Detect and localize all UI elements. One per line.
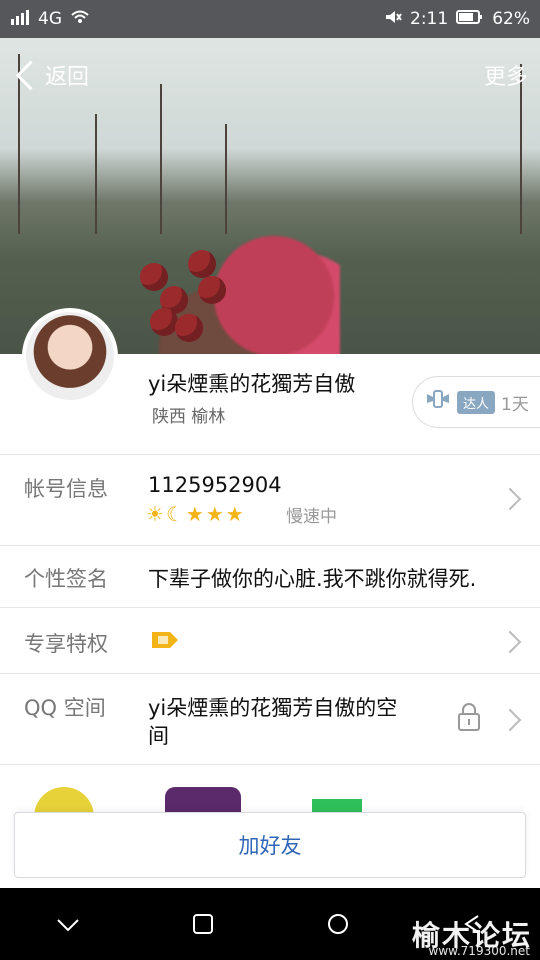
qzone-label: QQ 空间	[24, 696, 106, 720]
mute-icon	[384, 9, 402, 30]
account-info-label: 帐号信息	[24, 477, 108, 501]
status-bar: 4G 2:11 62%	[0, 0, 540, 38]
battery-percent: 62%	[492, 9, 530, 29]
chevron-right-icon	[498, 708, 522, 732]
signature-value: 下辈子做你的心脏.我不跳你就得死.	[148, 567, 477, 591]
battery-icon	[456, 9, 484, 30]
back-button[interactable]: 返回	[12, 59, 89, 91]
daren-tag: 达人	[457, 390, 496, 414]
home-square-icon[interactable]	[189, 910, 217, 938]
speed-status: 慢速中	[286, 507, 337, 527]
avatar[interactable]	[22, 308, 118, 404]
watermark-url: www.719300.net	[428, 944, 530, 958]
sun-icon: ☀	[146, 502, 164, 526]
star-icon: ★	[205, 502, 224, 526]
lock-icon	[456, 702, 482, 736]
wifi-icon	[70, 9, 90, 30]
account-info-row[interactable]: 帐号信息 1125952904	[0, 455, 540, 546]
signature-label: 个性签名	[24, 567, 108, 591]
privilege-label: 专享特权	[24, 632, 108, 656]
top-navigation: 返回 更多	[0, 38, 540, 112]
chevron-down-icon[interactable]	[54, 910, 82, 938]
location: 陕西 榆林	[152, 407, 226, 427]
circle-icon[interactable]	[324, 910, 352, 938]
qzone-value-line2: 间	[148, 724, 169, 748]
back-label: 返回	[45, 65, 90, 90]
phone-wings-icon	[425, 389, 451, 416]
chevron-right-icon	[498, 630, 522, 654]
clock: 2:11	[410, 9, 449, 29]
chevron-left-icon	[15, 60, 46, 90]
qzone-row[interactable]: QQ 空间 yi朵煙熏的花獨芳自傲的空 间	[0, 674, 540, 765]
chevron-right-icon	[498, 487, 522, 511]
qq-number: 1125952904	[148, 473, 282, 497]
network-label: 4G	[38, 9, 62, 29]
daren-badge[interactable]: 达人 1天	[412, 376, 540, 428]
privilege-row[interactable]: 专享特权	[0, 608, 540, 674]
more-button[interactable]: 更多	[484, 59, 528, 91]
nickname: yi朵煙熏的花獨芳自傲	[148, 372, 356, 396]
signal-icon	[10, 9, 30, 30]
level-icons: ☀ ☾ ★ ★ ★	[146, 502, 244, 526]
moon-icon: ☾	[165, 502, 184, 526]
privilege-icon	[150, 628, 180, 656]
app-icon[interactable]	[312, 799, 362, 813]
qzone-value-line1: yi朵煙熏的花獨芳自傲的空	[148, 696, 398, 720]
signature-row[interactable]: 个性签名 下辈子做你的心脏.我不跳你就得死.	[0, 545, 540, 608]
add-friend-button[interactable]: 加好友	[14, 812, 526, 878]
star-icon: ★	[225, 502, 244, 526]
daren-days: 1天	[501, 394, 529, 415]
star-icon: ★	[185, 502, 204, 526]
